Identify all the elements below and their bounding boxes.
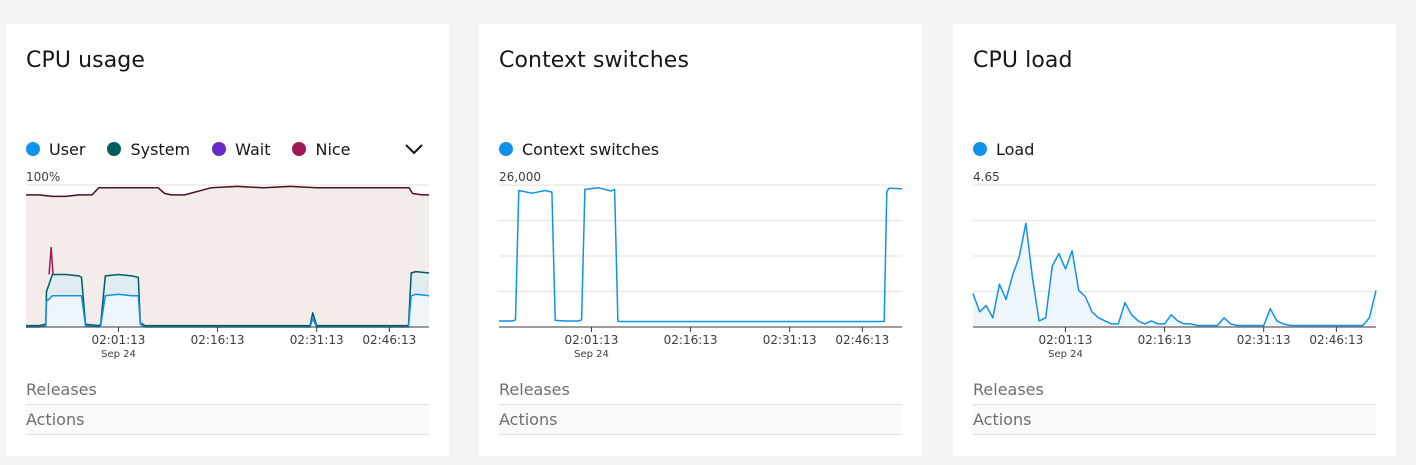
releases-row[interactable]: Releases bbox=[973, 375, 1376, 405]
x-tick-label: 02:31:13 bbox=[763, 333, 817, 347]
x-tick-label: 02:31:13 bbox=[290, 333, 344, 347]
legend-item-nice[interactable]: Nice bbox=[292, 139, 351, 159]
legend-label: System bbox=[130, 139, 191, 159]
cpu-load-chart: 4.65 02:01:13 Sep 24 02:16:13 02:31:13 02:46:… bbox=[972, 170, 1377, 360]
x-tick-label: 02:31:13 bbox=[1237, 333, 1291, 347]
cpu-usage-card: CPU usage User System Wait Nice 100% 02:0… bbox=[6, 24, 449, 456]
context-switches-chart: 26,000 02:01:13 Sep 24 02:16:13 02:31:13 02:4… bbox=[499, 170, 903, 360]
legend-item-load[interactable]: Load bbox=[973, 140, 1034, 159]
series-area-total bbox=[26, 186, 429, 327]
legend-expand-button[interactable] bbox=[402, 137, 426, 161]
legend-label: Context switches bbox=[522, 139, 660, 159]
y-axis-max-label: 26,000 bbox=[499, 170, 541, 184]
series-area-load bbox=[973, 223, 1376, 327]
x-tick-label: 02:01:13 bbox=[92, 333, 146, 347]
chart-legend: Context switches bbox=[499, 139, 681, 159]
chart-legend: Load bbox=[973, 139, 1056, 159]
x-date-label: Sep 24 bbox=[1048, 349, 1083, 360]
chart-legend: User System Wait Nice bbox=[26, 139, 373, 159]
card-title: CPU load bbox=[973, 48, 1073, 73]
legend-label: User bbox=[49, 139, 86, 159]
x-tick-label: 02:46:13 bbox=[1309, 333, 1363, 347]
legend-dot bbox=[499, 142, 513, 156]
x-tick-label: 02:16:13 bbox=[191, 333, 245, 347]
actions-row[interactable]: Actions bbox=[973, 405, 1376, 435]
legend-item-context-switches[interactable]: Context switches bbox=[499, 140, 659, 159]
x-tick-label: 02:01:13 bbox=[565, 333, 619, 347]
x-tick-label: 02:46:13 bbox=[362, 333, 416, 347]
legend-dot bbox=[973, 142, 987, 156]
series-line-context-switches bbox=[499, 186, 903, 323]
card-title: Context switches bbox=[499, 48, 690, 73]
y-axis-max-label: 4.65 bbox=[973, 170, 1000, 184]
card-title: CPU usage bbox=[26, 48, 146, 73]
legend-dot bbox=[26, 142, 40, 156]
releases-row[interactable]: Releases bbox=[26, 375, 429, 405]
x-tick-label: 02:16:13 bbox=[1138, 333, 1192, 347]
cpu-load-card: CPU load Load 4.65 02:01:13 Sep 24 02:16:13… bbox=[953, 24, 1396, 456]
x-date-label: Sep 24 bbox=[101, 349, 136, 360]
legend-label: Nice bbox=[315, 139, 351, 159]
legend-item-system[interactable]: System bbox=[107, 140, 190, 159]
legend-item-user[interactable]: User bbox=[26, 140, 85, 159]
x-tick-label: 02:01:13 bbox=[1039, 333, 1093, 347]
actions-row[interactable]: Actions bbox=[499, 405, 902, 435]
legend-dot bbox=[212, 142, 227, 156]
x-tick-label: 02:16:13 bbox=[664, 333, 718, 347]
context-switches-card: Context switches Context switches 26,000… bbox=[479, 24, 922, 456]
y-axis-max-label: 100% bbox=[26, 170, 60, 184]
legend-dot bbox=[107, 142, 122, 156]
legend-label: Wait bbox=[235, 139, 271, 159]
legend-label: Load bbox=[996, 139, 1035, 159]
x-date-label: Sep 24 bbox=[574, 349, 609, 360]
chevron-down-icon bbox=[405, 144, 423, 155]
x-tick-label: 02:46:13 bbox=[835, 333, 889, 347]
actions-row[interactable]: Actions bbox=[26, 405, 429, 435]
releases-row[interactable]: Releases bbox=[499, 375, 902, 405]
cpu-usage-chart: 100% 02:01:13 Sep 24 02:16:13 02:31:13 02:46:… bbox=[26, 170, 430, 360]
legend-dot bbox=[292, 142, 307, 156]
legend-item-wait[interactable]: Wait bbox=[212, 140, 270, 159]
